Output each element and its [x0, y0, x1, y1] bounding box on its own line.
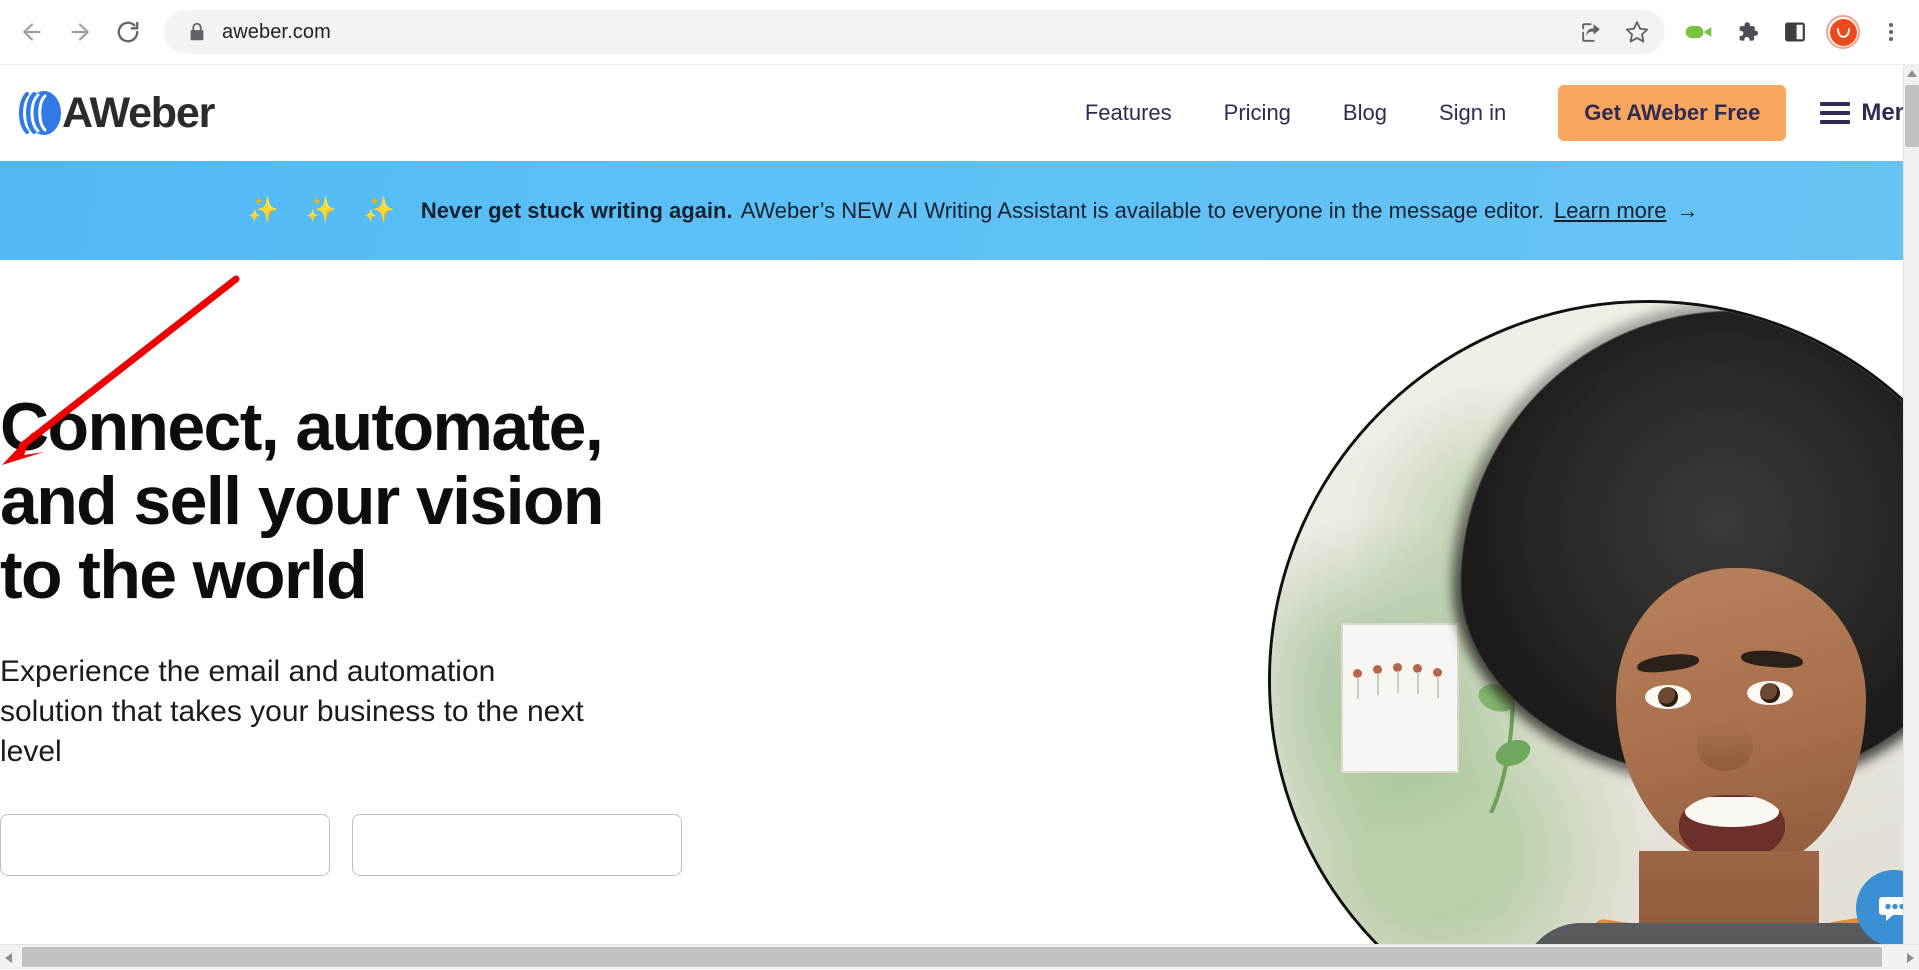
nav-link-blog[interactable]: Blog [1317, 100, 1413, 126]
hero-actions [0, 814, 720, 876]
hero-copy: Connect, automate, and sell your vision … [0, 390, 720, 876]
aweber-logo-text: AWeber [62, 89, 214, 138]
nav-link-features[interactable]: Features [1059, 100, 1198, 126]
side-panel-icon[interactable] [1773, 10, 1817, 54]
hero-subtitle-line-1: Experience the email and automation [0, 655, 495, 688]
page-viewport: AWeber Features Pricing Blog Sign in Get… [0, 65, 1903, 944]
banner-learn-more-link[interactable]: Learn more [1554, 198, 1667, 224]
nav-link-pricing[interactable]: Pricing [1198, 100, 1317, 126]
browser-toolbar: aweber.com [0, 0, 1919, 65]
scroll-right-arrow-icon[interactable] [1901, 945, 1919, 970]
eye-right [1747, 681, 1793, 705]
hero-title-line-3: to the world [0, 537, 366, 613]
chat-bubble-icon [1874, 888, 1903, 928]
share-icon[interactable] [1571, 12, 1611, 52]
announcement-banner: ✨ ✨ ✨ Never get stuck writing again. AWe… [0, 161, 1903, 260]
nav-link-sign-in[interactable]: Sign in [1413, 100, 1532, 126]
shirt [1521, 923, 1903, 944]
vertical-scroll-thumb[interactable] [1905, 85, 1919, 147]
person-portrait [1401, 303, 1903, 944]
aweber-logo-icon [18, 88, 62, 138]
hero-title-line-2: and sell your vision [0, 463, 603, 539]
lock-icon[interactable] [186, 21, 208, 43]
forward-icon[interactable] [56, 8, 104, 56]
back-icon[interactable] [8, 8, 56, 56]
extension-icons [1677, 10, 1919, 54]
teeth [1685, 797, 1779, 827]
banner-body-text: AWeber’s NEW AI Writing Assistant is ava… [741, 198, 1544, 224]
arrow-right-icon: → [1676, 198, 1698, 224]
email-field[interactable] [0, 814, 330, 876]
nose [1697, 723, 1753, 771]
hero-subtitle: Experience the email and automation solu… [0, 652, 720, 772]
horizontal-scrollbar[interactable] [0, 944, 1919, 969]
vertical-scrollbar[interactable] [1903, 65, 1919, 944]
aweber-logo[interactable]: AWeber [18, 88, 214, 138]
scroll-left-arrow-icon[interactable] [0, 945, 18, 970]
screen-recorder-icon[interactable] [1677, 10, 1721, 54]
omnibox-actions [1571, 10, 1657, 54]
horizontal-scroll-thumb[interactable] [22, 947, 1882, 967]
avatar-glyph [1830, 19, 1857, 46]
bookmark-star-icon[interactable] [1617, 12, 1657, 52]
eye-left [1645, 685, 1691, 709]
hero-photo [1268, 300, 1903, 944]
hamburger-icon [1820, 102, 1850, 124]
profile-avatar[interactable] [1821, 10, 1865, 54]
hero-title-line-1: Connect, automate, [0, 389, 602, 465]
url-text: aweber.com [222, 21, 331, 44]
banner-headline: Never get stuck writing again. [421, 198, 733, 224]
site-navigation: Features Pricing Blog Sign in Get AWeber… [1059, 85, 1903, 141]
get-aweber-free-button[interactable]: Get AWeber Free [1558, 85, 1786, 141]
three-dot-glyph [1889, 23, 1893, 41]
signup-button[interactable] [352, 814, 682, 876]
hero-subtitle-line-2: solution that takes your business to the… [0, 695, 584, 728]
extensions-puzzle-icon[interactable] [1725, 10, 1769, 54]
address-bar[interactable]: aweber.com [164, 10, 1665, 54]
avatar-ring [1826, 15, 1860, 49]
announcement-banner-content: ✨ ✨ ✨ Never get stuck writing again. AWe… [248, 196, 1699, 225]
page-title: Connect, automate, and sell your vision … [0, 390, 720, 612]
hero-section: Connect, automate, and sell your vision … [0, 260, 1903, 944]
chrome-menu-icon[interactable] [1869, 10, 1913, 54]
hero-subtitle-line-3: level [0, 735, 62, 768]
site-header: AWeber Features Pricing Blog Sign in Get… [0, 65, 1903, 161]
menu-toggle-label: Menu [1861, 99, 1903, 127]
sparkles-icon: ✨ ✨ ✨ [248, 196, 405, 225]
reload-icon[interactable] [104, 8, 152, 56]
menu-toggle-button[interactable]: Menu [1820, 99, 1903, 127]
scroll-up-arrow-icon[interactable] [1904, 65, 1919, 83]
navigation-buttons [0, 8, 152, 56]
web-page: AWeber Features Pricing Blog Sign in Get… [0, 65, 1903, 944]
